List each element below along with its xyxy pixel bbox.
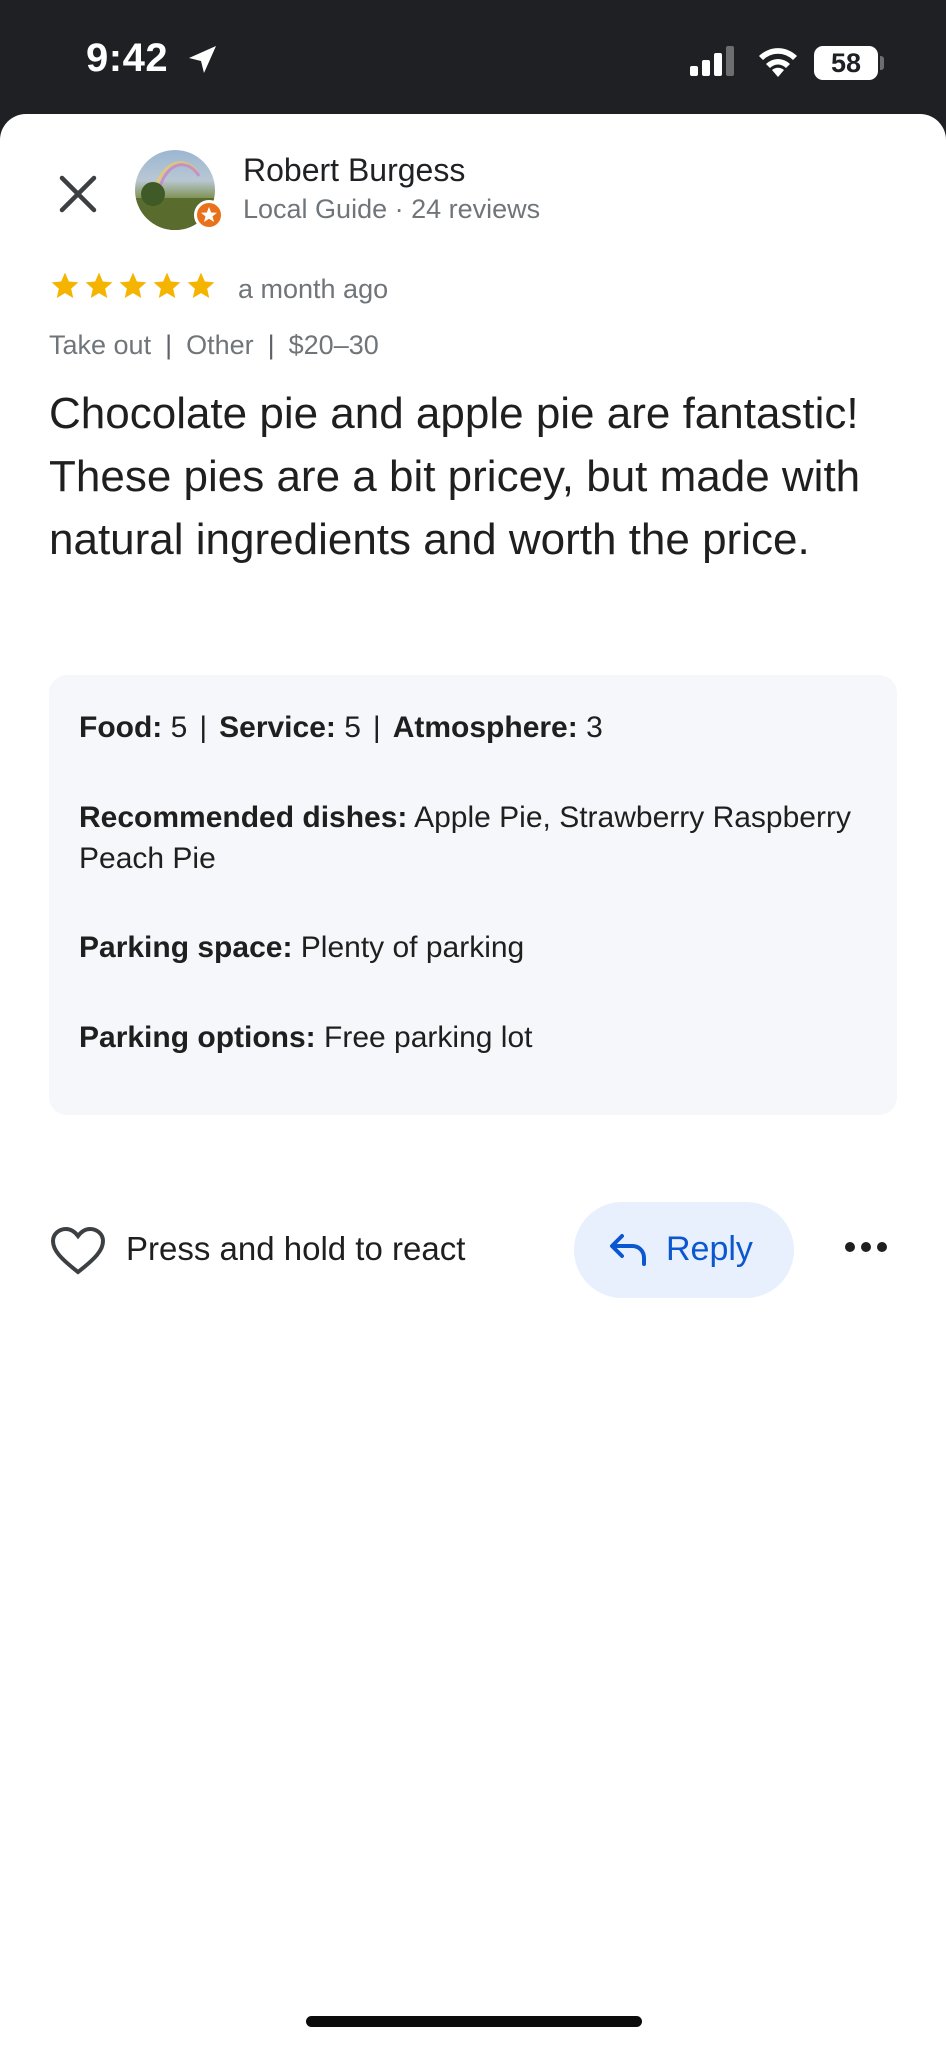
cellular-signal-icon (690, 46, 734, 76)
status-time: 9:42 (86, 36, 169, 80)
reply-button[interactable]: Reply (574, 1202, 794, 1298)
parking-space-value: Plenty of parking (300, 931, 525, 964)
tag-price: $20–30 (288, 330, 379, 360)
local-guide-badge-icon (194, 200, 224, 230)
food-label: Food: (79, 711, 163, 744)
more-options-icon[interactable] (844, 1240, 888, 1254)
react-label[interactable]: Press and hold to react (126, 1230, 465, 1268)
status-bar: 9:42 58 (0, 0, 946, 118)
review-details-card: Food: 5 | Service: 5 | Atmosphere: 3 Recomme… (49, 675, 897, 1115)
tag-separator: | (165, 330, 173, 360)
star-icon (119, 272, 147, 298)
close-icon[interactable] (56, 172, 100, 216)
review-date: a month ago (238, 274, 389, 304)
detail-ratings-row: Food: 5 | Service: 5 | Atmosphere: 3 (79, 707, 859, 748)
star-icon (85, 272, 113, 298)
reviewer-name[interactable]: Robert Burgess (243, 152, 465, 189)
recommended-label: Recommended dishes: (79, 801, 408, 834)
tag-service-type: Take out (49, 330, 152, 360)
separator: | (199, 711, 208, 744)
battery-icon: 58 (814, 46, 878, 80)
wifi-icon (759, 48, 797, 77)
reviewer-meta: Local Guide · 24 reviews (243, 194, 541, 224)
separator: | (372, 711, 381, 744)
reply-label: Reply (666, 1230, 753, 1268)
review-text: Chocolate pie and apple pie are fantasti… (49, 389, 861, 564)
food-value: 5 (170, 711, 188, 744)
reply-arrow-icon (610, 1234, 646, 1266)
star-icon (153, 272, 181, 298)
atmosphere-label: Atmosphere: (392, 711, 578, 744)
home-indicator[interactable] (306, 2016, 642, 2027)
service-label: Service: (219, 711, 336, 744)
location-arrow-icon (189, 46, 216, 73)
detail-recommended-row: Recommended dishes: Apple Pie, Strawberr… (79, 797, 859, 879)
heart-icon[interactable] (50, 1226, 106, 1276)
detail-parking-options-row: Parking options: Free parking lot (79, 1017, 859, 1058)
star-rating (49, 270, 217, 302)
parking-options-label: Parking options: (79, 1021, 316, 1054)
detail-parking-space-row: Parking space: Plenty of parking (79, 927, 859, 968)
tag-meal-type: Other (186, 330, 254, 360)
star-icon (51, 272, 79, 298)
star-icon (187, 272, 215, 298)
parking-options-value: Free parking lot (324, 1021, 533, 1054)
tag-separator: | (267, 330, 275, 360)
service-value: 5 (344, 711, 361, 744)
review-tags: Take out | Other | $20–30 (49, 330, 379, 361)
parking-space-label: Parking space: (79, 931, 293, 964)
battery-cap (880, 56, 884, 70)
atmosphere-value: 3 (586, 711, 603, 744)
